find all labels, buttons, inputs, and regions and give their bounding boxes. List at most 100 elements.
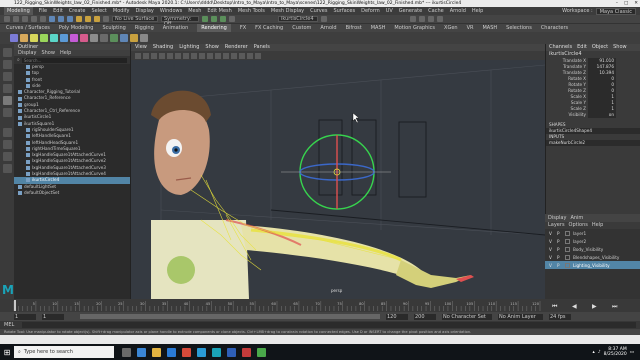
camera-attributes-icon[interactable] [135,52,141,59]
shelf-tab-rendering[interactable]: Rendering [197,24,231,32]
scale-tool-icon[interactable] [2,108,12,117]
shelf-tab-characters[interactable]: Characters [541,24,568,32]
layer-row[interactable]: V P Blendshapes_Visibility [545,253,640,261]
image-plane-icon[interactable] [151,52,157,59]
minimize-button[interactable]: – [616,0,618,7]
shelf-tab-vr[interactable]: VR [467,24,474,32]
select-component-icon[interactable] [67,16,73,22]
shelf-tab-poly-modeling[interactable]: Poly Modeling [59,24,94,32]
notification-icon[interactable]: ▭ [630,350,634,355]
edge-icon[interactable] [137,347,146,357]
shelf-tab-bifrost[interactable]: Bifrost [346,24,362,32]
tool-settings-icon[interactable] [428,16,434,22]
go-to-end-icon[interactable]: ⏭ [612,303,618,310]
menu-help[interactable]: Help [472,7,483,15]
menu-modify[interactable]: Modify [113,7,130,15]
move-tool-icon[interactable] [2,84,12,93]
fps-dropdown[interactable]: 24 fps [549,313,571,320]
maximize-button[interactable]: □ [624,0,628,7]
shelf-tab-curves-surfaces[interactable]: Curves / Surfaces [6,24,50,32]
menu-edit-mesh[interactable]: Edit Mesh [207,7,231,15]
camera-icon[interactable] [10,34,18,42]
time-slider[interactable]: 5 10 15 20 25 30 35 40 45 50 55 60 65 70 75 80 85 90 95 100… [0,299,640,312]
save-scene-icon[interactable] [22,16,28,22]
workspace-dropdown[interactable]: Maya Classic [595,8,636,15]
resolution-gate-icon[interactable] [175,52,181,59]
xray-icon[interactable] [247,52,253,59]
shelf-tab-selections[interactable]: Selections [506,24,532,32]
current-frame-marker[interactable] [14,300,16,311]
shelf-tab-animation[interactable]: Animation [163,24,189,32]
range-end-field[interactable]: 200 [414,313,436,320]
smooth-shade-icon[interactable] [191,52,197,59]
outliner-item[interactable]: defaultObjectSet [14,190,130,196]
material-icon[interactable] [70,34,78,42]
channel-tab-show[interactable]: Show [613,44,627,51]
menu-mesh-display[interactable]: Mesh Display [271,7,304,15]
attribute-value-field[interactable]: on [588,112,616,118]
new-scene-icon[interactable] [4,16,10,22]
outliner-search-input[interactable]: Search... [21,57,127,63]
visibility-toggle[interactable]: V [549,255,554,260]
store-icon[interactable] [167,347,176,357]
input-node[interactable]: makeNurbCircle2 [546,140,640,146]
range-bar[interactable] [80,314,380,319]
chrome-icon[interactable] [182,347,191,357]
hypershade-shelf-icon[interactable] [130,34,138,42]
menu-arnold[interactable]: Arnold [450,7,466,15]
go-to-start-icon[interactable]: ⏮ [552,303,558,310]
shelf-tab-custom[interactable]: Custom [292,24,311,32]
outlook-icon[interactable] [197,347,206,357]
menu-create[interactable]: Create [69,7,86,15]
mode-selector[interactable]: Modeling [4,7,33,15]
layer-color-swatch[interactable] [565,246,570,252]
range-start-field[interactable]: 1 [14,313,36,320]
ipr-render-icon[interactable] [211,16,217,22]
menu-uv[interactable]: UV [386,7,393,15]
render-settings-shelf-icon[interactable] [100,34,108,42]
task-view-icon[interactable] [122,347,131,357]
paint-select-tool-icon[interactable] [2,72,12,81]
point-light-icon[interactable] [50,34,58,42]
shelf-tab-fx[interactable]: FX [240,24,246,32]
lights-icon[interactable] [207,52,213,59]
layer-row[interactable]: V P Lighting_Visibility [545,261,640,269]
menu-display[interactable]: Display [135,7,153,15]
film-gate-icon[interactable] [167,52,173,59]
outliner-menu-show[interactable]: Show [41,50,55,56]
layer-menu-layers[interactable]: Layers [548,222,565,229]
scene-view[interactable] [131,60,545,299]
shelf-tab-motion-graphics[interactable]: Motion Graphics [394,24,435,32]
spot-light-icon[interactable] [30,34,38,42]
viewport-menu-lighting[interactable]: Lighting [179,44,199,51]
layer-color-swatch[interactable] [565,262,570,268]
word-icon[interactable] [227,347,236,357]
acrobat-icon[interactable] [242,347,251,357]
shelf-tab-mash[interactable]: MASH [371,24,386,32]
layer-color-swatch[interactable] [565,230,570,236]
redo-icon[interactable] [40,16,46,22]
render-view-icon[interactable] [90,34,98,42]
layer-menu-help[interactable]: Help [592,222,603,229]
playback-toggle[interactable]: P [557,231,562,236]
layer-color-swatch[interactable] [565,238,570,244]
anim-layer-dropdown[interactable]: No Anim Layer [498,313,543,320]
layer-row[interactable]: V P Body_Visibility [545,245,640,253]
ambient-occlusion-icon[interactable] [223,52,229,59]
layer-row[interactable]: V Player1 [545,229,640,237]
menu-windows[interactable]: Windows [160,7,182,15]
shelf-tab-rigging[interactable]: Rigging [135,24,154,32]
visibility-toggle[interactable]: V [549,263,554,268]
menu-surfaces[interactable]: Surfaces [333,7,355,15]
range-start-inner-field[interactable]: 1 [42,313,64,320]
antialiasing-icon[interactable] [231,52,237,59]
select-hierarchy-icon[interactable] [49,16,55,22]
excel-icon[interactable] [257,347,266,357]
snap-curve-icon[interactable] [85,16,91,22]
shelf-tab-fx-caching[interactable]: FX Caching [255,24,283,32]
shelf-tab-sculpting[interactable]: Sculpting [102,24,125,32]
lasso-tool-icon[interactable] [2,60,12,69]
grid-icon[interactable] [159,52,165,59]
xray-joints-icon[interactable] [255,52,261,59]
visibility-toggle[interactable]: V [549,239,554,244]
